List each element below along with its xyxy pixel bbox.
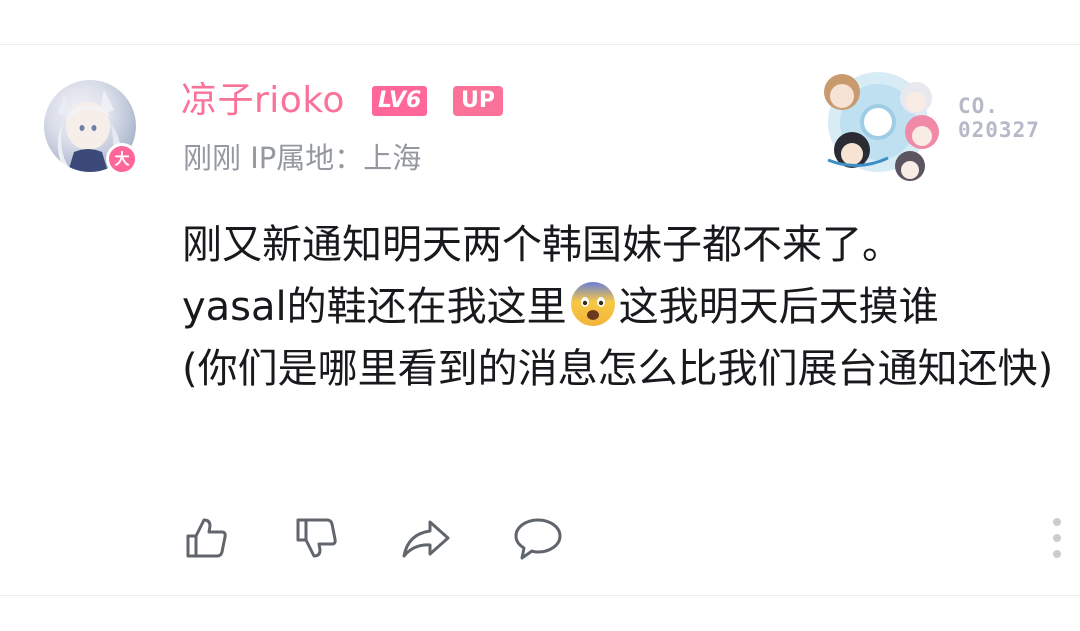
comment-line: yasal的鞋还在我这里 这我明天后天摸谁 (182, 276, 1062, 338)
fearful-face-emoji (570, 282, 615, 326)
up-badge: UP (453, 86, 503, 116)
comment-text-segment: yasal的鞋还在我这里 (182, 284, 567, 330)
reply-button[interactable] (512, 512, 564, 564)
comment-line: 刚又新通知明天两个韩国妹子都不来了。 (182, 222, 902, 268)
avatar-vip-badge: 大 (106, 143, 138, 175)
decoration-serial: CO. 020327 (958, 94, 1068, 142)
decoration-serial-line1: CO. (958, 94, 999, 118)
bottom-divider (0, 595, 1080, 596)
like-button[interactable] (180, 512, 232, 564)
comment-icon (514, 518, 562, 560)
more-vertical-icon (1053, 518, 1061, 558)
comment-line: (你们是哪里看到的消息怎么比我们展台通知还快) (182, 346, 1054, 392)
username[interactable]: 凉子rioko (181, 78, 345, 124)
dislike-button[interactable] (290, 512, 342, 564)
level-badge: LV6 (372, 86, 428, 116)
comment-text: 刚又新通知明天两个韩国妹子都不来了。 yasal的鞋还在我这里 这我明天后天摸谁… (182, 214, 1062, 400)
top-divider (0, 44, 1080, 45)
comment-meta: 刚刚 IP属地：上海 (183, 141, 422, 175)
share-icon (402, 520, 450, 558)
comment-text-segment: 这我明天后天摸谁 (618, 284, 939, 330)
share-button[interactable] (400, 512, 452, 564)
thumbs-down-icon (296, 518, 337, 558)
decoration-serial-line2: 020327 (958, 118, 1040, 142)
thumbs-up-icon (186, 518, 227, 558)
more-options-button[interactable] (1046, 514, 1068, 562)
